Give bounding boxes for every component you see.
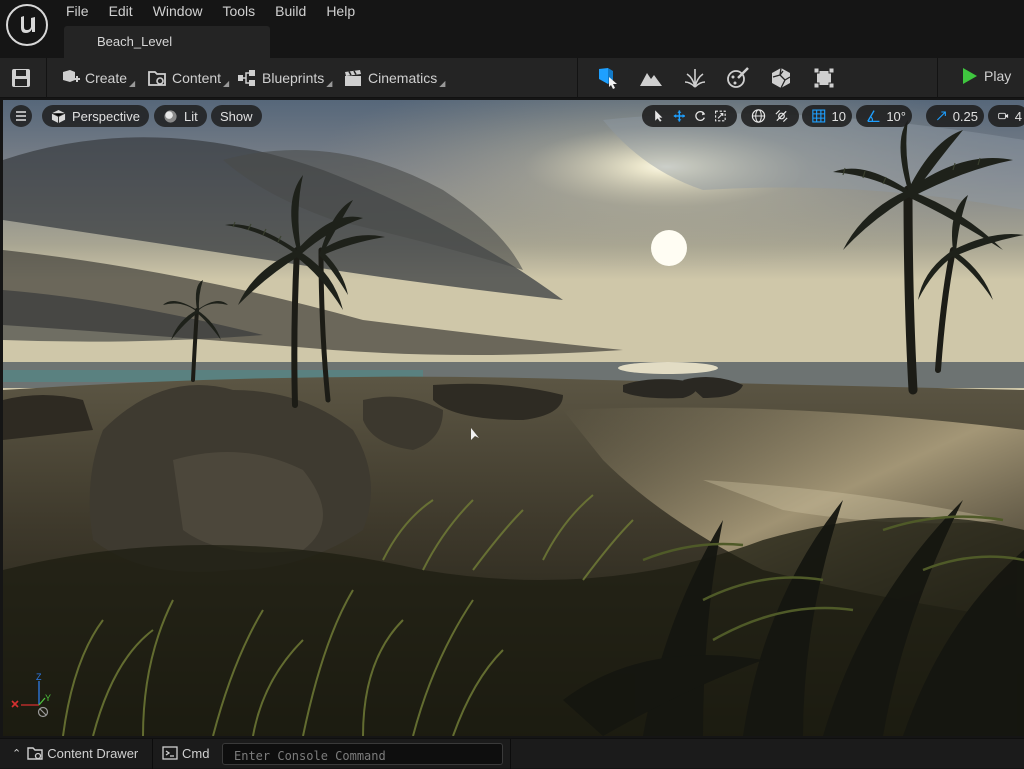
menu-window[interactable]: Window xyxy=(143,0,213,24)
axis-z-label: Z xyxy=(36,672,42,682)
content-drawer-label: Content Drawer xyxy=(47,745,139,761)
content-button[interactable]: Content ◢ xyxy=(147,67,229,89)
content-drawer-icon xyxy=(27,747,43,760)
play-icon xyxy=(963,68,977,84)
foliage-mode-icon[interactable] xyxy=(683,66,707,90)
play-label: Play xyxy=(984,68,1012,84)
chevron-down-icon: ◢ xyxy=(439,78,446,88)
cmd-label: Cmd xyxy=(182,745,210,761)
translate-icon[interactable] xyxy=(673,108,686,124)
grid-snap-value: 10 xyxy=(831,108,846,124)
cube-icon xyxy=(51,109,66,123)
toolbar-divider xyxy=(937,58,938,98)
scene-render[interactable] xyxy=(3,100,1024,736)
save-icon[interactable] xyxy=(10,68,32,88)
show-flags-button[interactable]: Show xyxy=(211,105,262,127)
rotation-snap-icon xyxy=(867,110,880,123)
terminal-icon xyxy=(162,746,178,760)
level-tab[interactable]: Beach_Level xyxy=(64,26,270,58)
coordinate-space-group xyxy=(741,105,799,127)
world-globe-icon[interactable] xyxy=(751,108,766,124)
unreal-logo-icon[interactable] xyxy=(6,4,48,46)
status-bar: ⌃ Content Drawer Cmd xyxy=(0,738,1024,769)
main-menu-bar: File Edit Window Tools Build Help Beach_… xyxy=(0,0,1024,58)
landscape-mode-icon[interactable] xyxy=(639,66,663,90)
menu-edit[interactable]: Edit xyxy=(99,0,143,24)
camera-speed-value: 4 xyxy=(1014,108,1022,124)
perspective-label: Perspective xyxy=(72,108,140,124)
blueprints-button[interactable]: Blueprints ◢ xyxy=(237,67,332,89)
level-viewport[interactable]: Perspective Lit Show 10 10° 0.25 4 Z Y xyxy=(3,100,1024,736)
console-command-input[interactable] xyxy=(222,743,503,765)
surface-snap-icon[interactable] xyxy=(774,108,789,124)
create-button[interactable]: Create ◢ xyxy=(60,67,135,89)
scale-snap-value: 0.25 xyxy=(952,108,978,124)
select-mode-icon[interactable] xyxy=(596,66,620,90)
grid-snap-icon xyxy=(812,109,826,123)
lit-mode-button[interactable]: Lit xyxy=(154,105,207,127)
rotation-snap-button[interactable]: 10° xyxy=(856,105,912,127)
menu-items: File Edit Window Tools Build Help xyxy=(56,0,365,24)
statusbar-divider xyxy=(152,739,153,769)
cinematics-label: Cinematics xyxy=(368,70,438,86)
camera-icon xyxy=(998,112,1009,120)
chevron-down-icon: ◢ xyxy=(129,78,136,88)
menu-file[interactable]: File xyxy=(56,0,99,24)
cinematics-button[interactable]: Cinematics ◢ xyxy=(343,67,445,89)
content-drawer-button[interactable]: ⌃ Content Drawer xyxy=(12,745,138,761)
menu-help[interactable]: Help xyxy=(316,0,365,24)
rotation-snap-value: 10° xyxy=(886,108,906,124)
blueprints-icon xyxy=(238,70,255,86)
chevron-up-icon: ⌃ xyxy=(12,747,22,760)
lit-label: Lit xyxy=(184,108,198,124)
scale-icon[interactable] xyxy=(714,108,727,124)
create-label: Create xyxy=(85,70,128,86)
select-cursor-icon[interactable] xyxy=(652,108,665,124)
cmd-button[interactable]: Cmd xyxy=(162,745,209,761)
chevron-down-icon: ◢ xyxy=(326,78,333,88)
scale-snap-icon xyxy=(936,111,946,121)
viewport-options-menu[interactable] xyxy=(10,105,32,127)
fracture-mode-icon[interactable] xyxy=(769,66,793,90)
modeling-mode-icon[interactable] xyxy=(812,66,836,90)
grid-snap-button[interactable]: 10 xyxy=(802,105,852,127)
hamburger-menu-icon xyxy=(16,111,26,121)
menu-build[interactable]: Build xyxy=(265,0,316,24)
content-label: Content xyxy=(172,70,222,86)
rotate-icon[interactable] xyxy=(694,108,707,124)
content-icon xyxy=(148,71,166,86)
blueprints-label: Blueprints xyxy=(262,70,325,86)
menu-tools[interactable]: Tools xyxy=(212,0,265,24)
main-toolbar: Create ◢ Content ◢ Blueprints ◢ Cinemati… xyxy=(0,58,1024,98)
toolbar-divider xyxy=(577,58,578,98)
play-button[interactable]: Play xyxy=(960,67,1011,85)
camera-speed-button[interactable]: 4 xyxy=(988,105,1024,127)
clapperboard-icon xyxy=(345,70,361,86)
toolbar-divider xyxy=(46,58,47,98)
lit-sphere-icon xyxy=(164,109,177,123)
mesh-paint-mode-icon[interactable] xyxy=(726,66,750,90)
show-label: Show xyxy=(220,108,253,124)
axis-y-label: Y xyxy=(45,693,51,703)
transform-tools-group xyxy=(642,105,737,127)
chevron-down-icon: ◢ xyxy=(223,78,230,88)
statusbar-divider xyxy=(510,739,511,769)
create-icon xyxy=(63,70,80,82)
axis-gizmo: Z Y xyxy=(11,672,51,718)
perspective-view-button[interactable]: Perspective xyxy=(42,105,149,127)
scale-snap-button[interactable]: 0.25 xyxy=(926,105,984,127)
